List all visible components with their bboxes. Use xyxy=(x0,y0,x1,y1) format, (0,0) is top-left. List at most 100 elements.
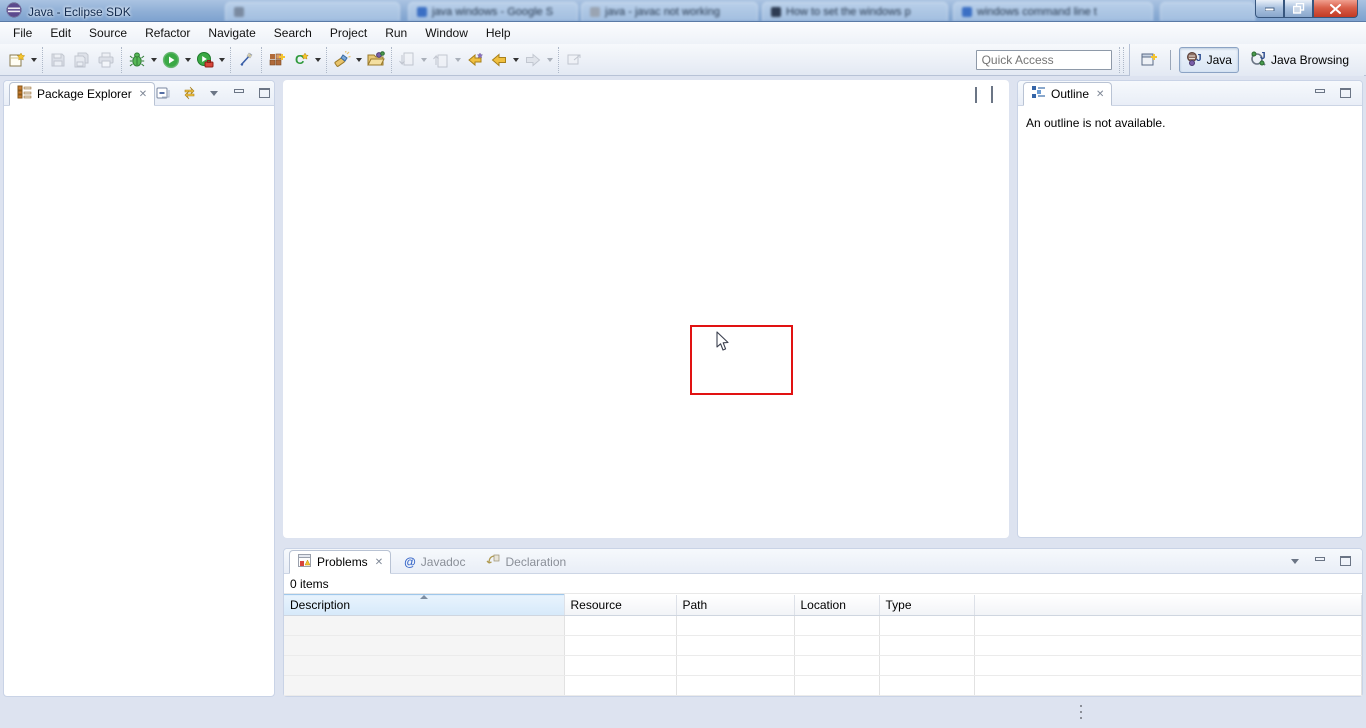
background-tab-label: java - javac not working xyxy=(605,6,720,18)
column-header-type[interactable]: Type xyxy=(879,595,974,616)
title-bar: java windows - Google S java - javac not… xyxy=(0,0,1366,22)
sort-ascending-icon xyxy=(420,595,428,599)
debug-icon[interactable] xyxy=(125,48,149,72)
javadoc-icon: @ xyxy=(404,555,416,569)
open-perspective-icon[interactable] xyxy=(1138,48,1162,72)
svg-text:J: J xyxy=(1196,53,1202,64)
favicon xyxy=(417,7,427,17)
minimize-view-icon[interactable] xyxy=(975,88,977,102)
declaration-tab[interactable]: Declaration xyxy=(478,550,574,574)
perspective-java-browsing-label: Java Browsing xyxy=(1271,53,1349,67)
new-java-project-icon[interactable] xyxy=(265,48,289,72)
menu-refactor[interactable]: Refactor xyxy=(136,23,199,43)
background-tab-label: How to set the windows p xyxy=(786,6,911,18)
menu-source[interactable]: Source xyxy=(80,23,136,43)
minimize-view-icon[interactable] xyxy=(230,85,248,101)
save-icon xyxy=(46,48,70,72)
back-icon[interactable] xyxy=(487,48,511,72)
problems-tab[interactable]: Problems ✕ xyxy=(289,550,391,574)
package-explorer-icon xyxy=(17,85,32,103)
debug-dropdown[interactable] xyxy=(149,48,159,72)
problems-table-header-row: Description Resource Path Location Type xyxy=(284,595,1362,616)
toolbar-separator xyxy=(1119,47,1124,73)
search-dropdown[interactable] xyxy=(354,48,364,72)
perspective-java-browsing-button[interactable]: J Java Browsing xyxy=(1243,47,1356,73)
menu-project[interactable]: Project xyxy=(321,23,376,43)
outline-tab-label: Outline xyxy=(1051,87,1089,101)
menu-help[interactable]: Help xyxy=(477,23,520,43)
column-header-location[interactable]: Location xyxy=(794,595,879,616)
minimize-view-icon[interactable] xyxy=(1311,553,1329,569)
maximize-view-icon[interactable] xyxy=(255,85,273,101)
menu-window[interactable]: Window xyxy=(416,23,477,43)
javadoc-tab[interactable]: @ Javadoc xyxy=(396,550,473,574)
java-browsing-perspective-icon: J xyxy=(1250,50,1267,70)
maximize-view-icon[interactable] xyxy=(1336,553,1354,569)
restore-button[interactable] xyxy=(1284,0,1313,18)
outline-icon xyxy=(1031,85,1046,103)
status-bar xyxy=(0,700,1366,728)
new-wizard-dropdown[interactable] xyxy=(29,48,39,72)
column-header-resource[interactable]: Resource xyxy=(564,595,676,616)
mark-occurrences-icon[interactable] xyxy=(234,48,258,72)
view-menu-icon[interactable] xyxy=(1286,553,1304,569)
maximize-view-icon[interactable] xyxy=(1336,85,1354,101)
run-dropdown[interactable] xyxy=(183,48,193,72)
favicon xyxy=(771,7,781,17)
problems-table: Description Resource Path Location Type xyxy=(284,594,1362,696)
package-explorer-tab-label: Package Explorer xyxy=(37,87,132,101)
outline-tab[interactable]: Outline ✕ xyxy=(1023,82,1112,106)
previous-annotation-icon xyxy=(429,48,453,72)
problems-view: Problems ✕ @ Javadoc Declaration xyxy=(283,548,1363,697)
next-annotation-icon xyxy=(395,48,419,72)
editor-area[interactable] xyxy=(283,80,1009,538)
package-explorer-body[interactable] xyxy=(4,106,274,696)
sash-grip-handle[interactable] xyxy=(1079,705,1082,723)
column-header-description[interactable]: Description xyxy=(284,595,564,616)
menu-bar: File Edit Source Refactor Navigate Searc… xyxy=(0,22,1366,44)
close-icon[interactable]: ✕ xyxy=(1096,89,1104,100)
quick-access-input[interactable] xyxy=(976,50,1112,70)
menu-file[interactable]: File xyxy=(4,23,41,43)
open-task-icon[interactable] xyxy=(364,48,388,72)
package-explorer-header: Package Explorer ✕ xyxy=(4,81,274,106)
external-tools-dropdown[interactable] xyxy=(217,48,227,72)
maximize-view-icon[interactable] xyxy=(991,88,993,102)
svg-text:C: C xyxy=(295,52,305,67)
menu-run[interactable]: Run xyxy=(376,23,416,43)
favicon xyxy=(234,7,244,17)
menu-search[interactable]: Search xyxy=(265,23,321,43)
package-explorer-view: Package Explorer ✕ xyxy=(3,80,275,697)
background-browser-tab xyxy=(225,2,400,21)
external-tools-icon[interactable] xyxy=(193,48,217,72)
perspective-java-button[interactable]: J Java xyxy=(1179,47,1239,73)
window-controls xyxy=(1255,0,1358,18)
menu-navigate[interactable]: Navigate xyxy=(199,23,264,43)
new-wizard-icon[interactable] xyxy=(5,48,29,72)
view-menu-icon[interactable] xyxy=(205,85,223,101)
last-edit-location-icon[interactable] xyxy=(463,48,487,72)
minimize-view-icon[interactable] xyxy=(1311,85,1329,101)
close-icon[interactable]: ✕ xyxy=(139,89,147,100)
link-with-editor-icon[interactable] xyxy=(180,85,198,101)
new-class-icon[interactable]: C xyxy=(289,48,313,72)
column-header-path[interactable]: Path xyxy=(676,595,794,616)
search-icon[interactable] xyxy=(330,48,354,72)
new-class-dropdown[interactable] xyxy=(313,48,323,72)
run-icon[interactable] xyxy=(159,48,183,72)
background-browser-tab: java - javac not working xyxy=(581,2,758,21)
javadoc-tab-label: Javadoc xyxy=(421,555,466,569)
background-browser-tab xyxy=(1160,2,1255,21)
outline-view: Outline ✕ An outline is not available. xyxy=(1017,80,1363,538)
close-button[interactable] xyxy=(1313,0,1358,18)
close-icon[interactable]: ✕ xyxy=(375,557,383,568)
forward-icon xyxy=(521,48,545,72)
package-explorer-tab[interactable]: Package Explorer ✕ xyxy=(9,82,155,106)
outline-header: Outline ✕ xyxy=(1018,81,1362,106)
menu-edit[interactable]: Edit xyxy=(41,23,80,43)
minimize-button[interactable] xyxy=(1255,0,1284,18)
collapse-all-icon[interactable] xyxy=(155,85,173,101)
back-dropdown[interactable] xyxy=(511,48,521,72)
background-browser-tab: windows command line t xyxy=(953,2,1153,21)
eclipse-logo-icon xyxy=(6,2,22,21)
